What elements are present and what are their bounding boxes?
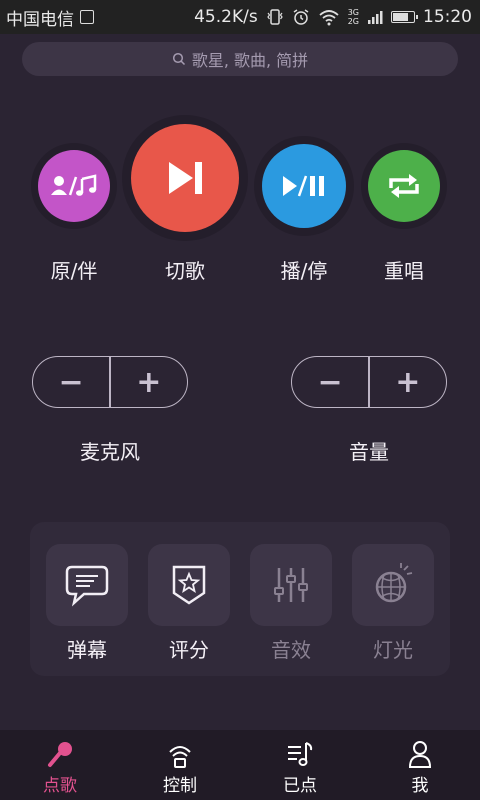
carrier-name: 中国电信 bbox=[6, 9, 74, 30]
disco-ball-icon bbox=[375, 563, 413, 603]
tab-me[interactable]: 我 bbox=[360, 730, 480, 800]
score-label: 评分 bbox=[169, 638, 209, 662]
mic-minus-button[interactable]: − bbox=[33, 357, 109, 407]
tab-control[interactable]: 控制 bbox=[120, 730, 240, 800]
image-notification-icon bbox=[80, 10, 94, 24]
danmaku-label: 弹幕 bbox=[67, 638, 107, 662]
signal-icon bbox=[368, 11, 383, 24]
network-2g-label: 2G bbox=[347, 17, 359, 26]
search-icon bbox=[172, 52, 185, 66]
playlist-icon bbox=[288, 742, 313, 766]
microphone-icon bbox=[48, 742, 72, 767]
repeat-icon bbox=[389, 174, 419, 198]
volume-label: 音量 bbox=[349, 440, 389, 464]
score-button[interactable] bbox=[148, 544, 230, 626]
tab-me-label: 我 bbox=[411, 776, 429, 796]
lighting-button[interactable] bbox=[352, 544, 434, 626]
tab-queued[interactable]: 已点 bbox=[240, 730, 360, 800]
danmaku-button[interactable] bbox=[46, 544, 128, 626]
lighting-label: 灯光 bbox=[373, 638, 413, 662]
network-type-indicator: 3G 2G bbox=[348, 8, 359, 26]
bottom-tab-bar: 点歌 控制 已点 我 bbox=[0, 730, 480, 800]
original-accompaniment-button[interactable] bbox=[38, 150, 110, 222]
volume-stepper: − + bbox=[291, 356, 447, 408]
wifi-icon bbox=[319, 10, 339, 26]
replay-label: 重唱 bbox=[384, 259, 424, 283]
singer-music-icon bbox=[51, 174, 97, 196]
volume-plus-button[interactable]: + bbox=[370, 357, 446, 407]
equalizer-icon bbox=[274, 568, 308, 602]
broadcast-icon bbox=[169, 746, 191, 768]
tab-request-song[interactable]: 点歌 bbox=[0, 730, 120, 800]
skip-song-button[interactable] bbox=[131, 124, 239, 232]
network-3g-label: 3G bbox=[347, 8, 359, 17]
search-input[interactable]: 歌星, 歌曲, 简拼 bbox=[22, 42, 458, 76]
sound-effect-button[interactable] bbox=[250, 544, 332, 626]
tab-control-label: 控制 bbox=[163, 776, 197, 796]
skip-song-label: 切歌 bbox=[165, 259, 205, 283]
play-pause-icon bbox=[283, 175, 324, 197]
chat-bubble-icon bbox=[65, 565, 109, 607]
user-icon bbox=[408, 741, 432, 768]
status-bar: 中国电信 45.2K/s 3G 2G 15:20 bbox=[0, 0, 480, 34]
network-speed: 45.2K/s bbox=[194, 7, 258, 27]
mic-stepper: − + bbox=[32, 356, 188, 408]
battery-icon bbox=[391, 11, 418, 23]
clock: 15:20 bbox=[423, 7, 472, 27]
vibrate-icon bbox=[266, 9, 283, 25]
replay-button[interactable] bbox=[368, 150, 440, 222]
play-pause-button[interactable] bbox=[262, 144, 346, 228]
sound-effect-label: 音效 bbox=[271, 638, 311, 662]
skip-next-icon bbox=[169, 162, 202, 194]
tab-request-song-label: 点歌 bbox=[43, 776, 77, 796]
mic-label: 麦克风 bbox=[80, 440, 140, 464]
search-placeholder: 歌星, 歌曲, 简拼 bbox=[191, 51, 309, 70]
play-pause-label: 播/停 bbox=[280, 259, 328, 283]
alarm-icon bbox=[293, 9, 309, 25]
original-accompaniment-label: 原/伴 bbox=[50, 259, 98, 283]
volume-minus-button[interactable]: − bbox=[292, 357, 368, 407]
star-badge-icon bbox=[172, 565, 206, 605]
mic-plus-button[interactable]: + bbox=[111, 357, 187, 407]
tab-queued-label: 已点 bbox=[283, 776, 317, 796]
